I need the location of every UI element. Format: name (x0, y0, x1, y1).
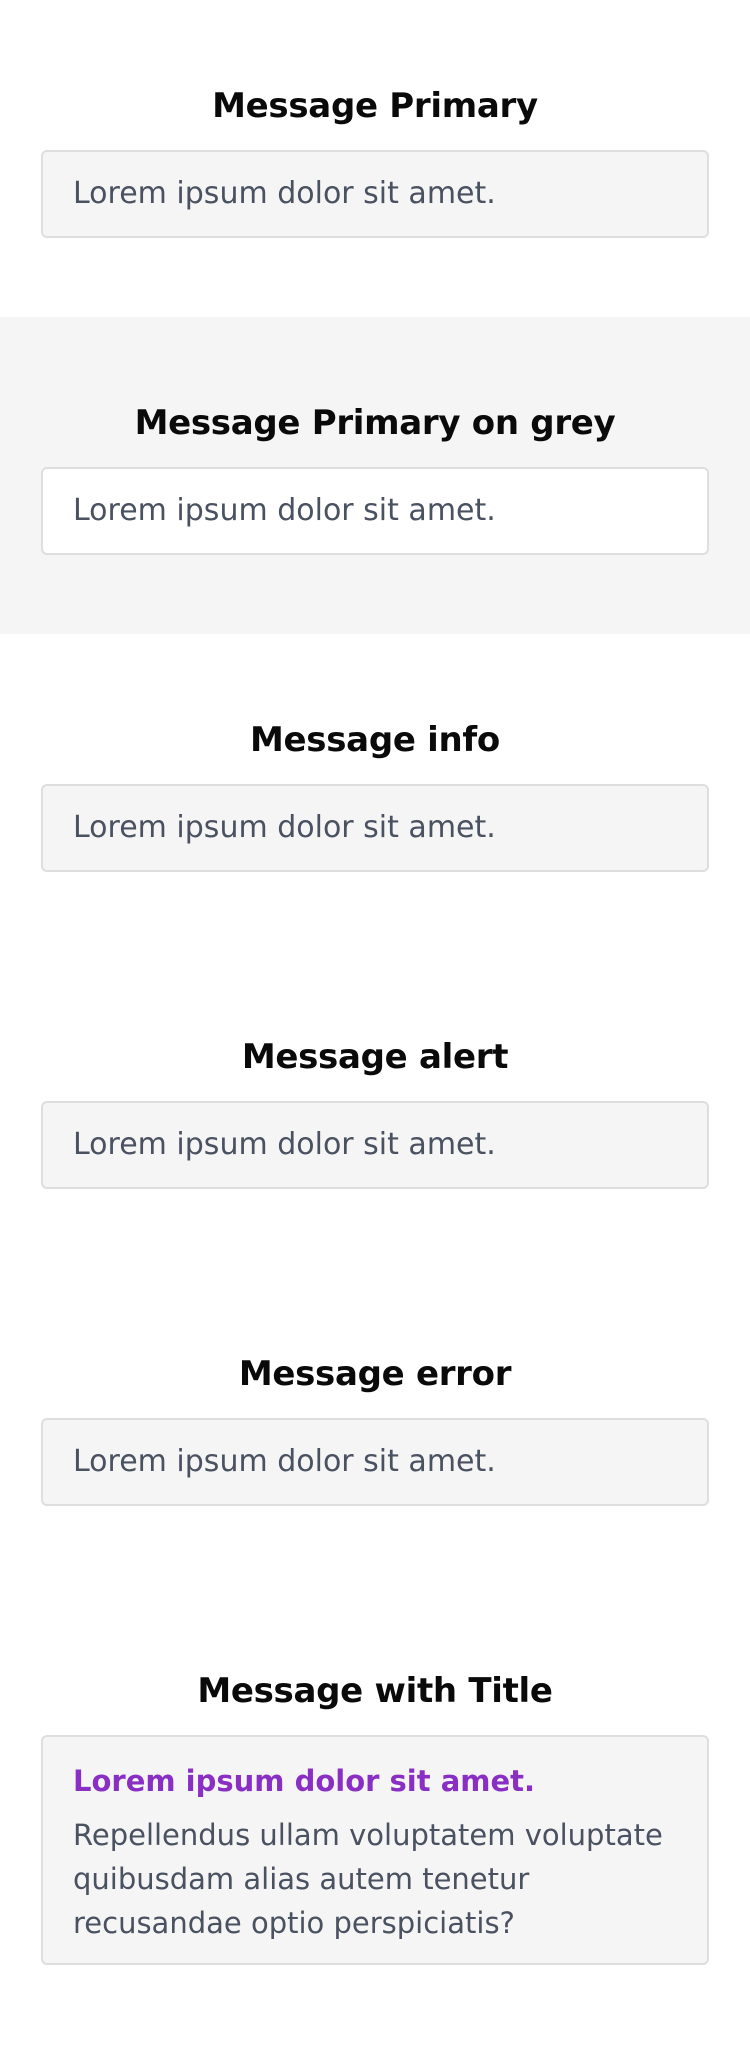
message-alert: Lorem ipsum dolor sit amet. (41, 1101, 709, 1189)
section-title: Message alert (241, 1037, 509, 1077)
message-text: Lorem ipsum dolor sit amet. (73, 1444, 496, 1479)
message-text: Lorem ipsum dolor sit amet. (73, 1127, 496, 1162)
section-title: Message error (238, 1354, 512, 1394)
message-text: Lorem ipsum dolor sit amet. (73, 810, 496, 845)
message-body: Repellendus ullam voluptatem voluptate q… (73, 1818, 663, 1940)
section-title: Message with Title (197, 1671, 553, 1711)
section-message-primary: Message Primary Lorem ipsum dolor sit am… (0, 0, 750, 317)
message-text: Lorem ipsum dolor sit amet. (73, 176, 496, 211)
message-primary: Lorem ipsum dolor sit amet. (41, 150, 709, 238)
section-message-info: Message info Lorem ipsum dolor sit amet. (0, 634, 750, 951)
message-primary-on-grey: Lorem ipsum dolor sit amet. (41, 467, 709, 555)
message-heading: Lorem ipsum dolor sit amet. (73, 1764, 536, 1798)
message-text: Lorem ipsum dolor sit amet. (73, 493, 496, 528)
message-with-title: Lorem ipsum dolor sit amet. Repellendus … (41, 1735, 709, 1965)
section-message-with-title: Message with Title Lorem ipsum dolor sit… (0, 1585, 750, 2050)
page: Message Primary Lorem ipsum dolor sit am… (0, 0, 750, 2050)
message-error: Lorem ipsum dolor sit amet. (41, 1418, 709, 1506)
section-message-error: Message error Lorem ipsum dolor sit amet… (0, 1268, 750, 1585)
section-title: Message Primary (212, 86, 538, 126)
section-title: Message info (250, 720, 500, 760)
message-info: Lorem ipsum dolor sit amet. (41, 784, 709, 872)
section-message-primary-on-grey: Message Primary on grey Lorem ipsum dolo… (0, 317, 750, 634)
section-title: Message Primary on grey (134, 403, 616, 443)
section-message-alert: Message alert Lorem ipsum dolor sit amet… (0, 951, 750, 1268)
